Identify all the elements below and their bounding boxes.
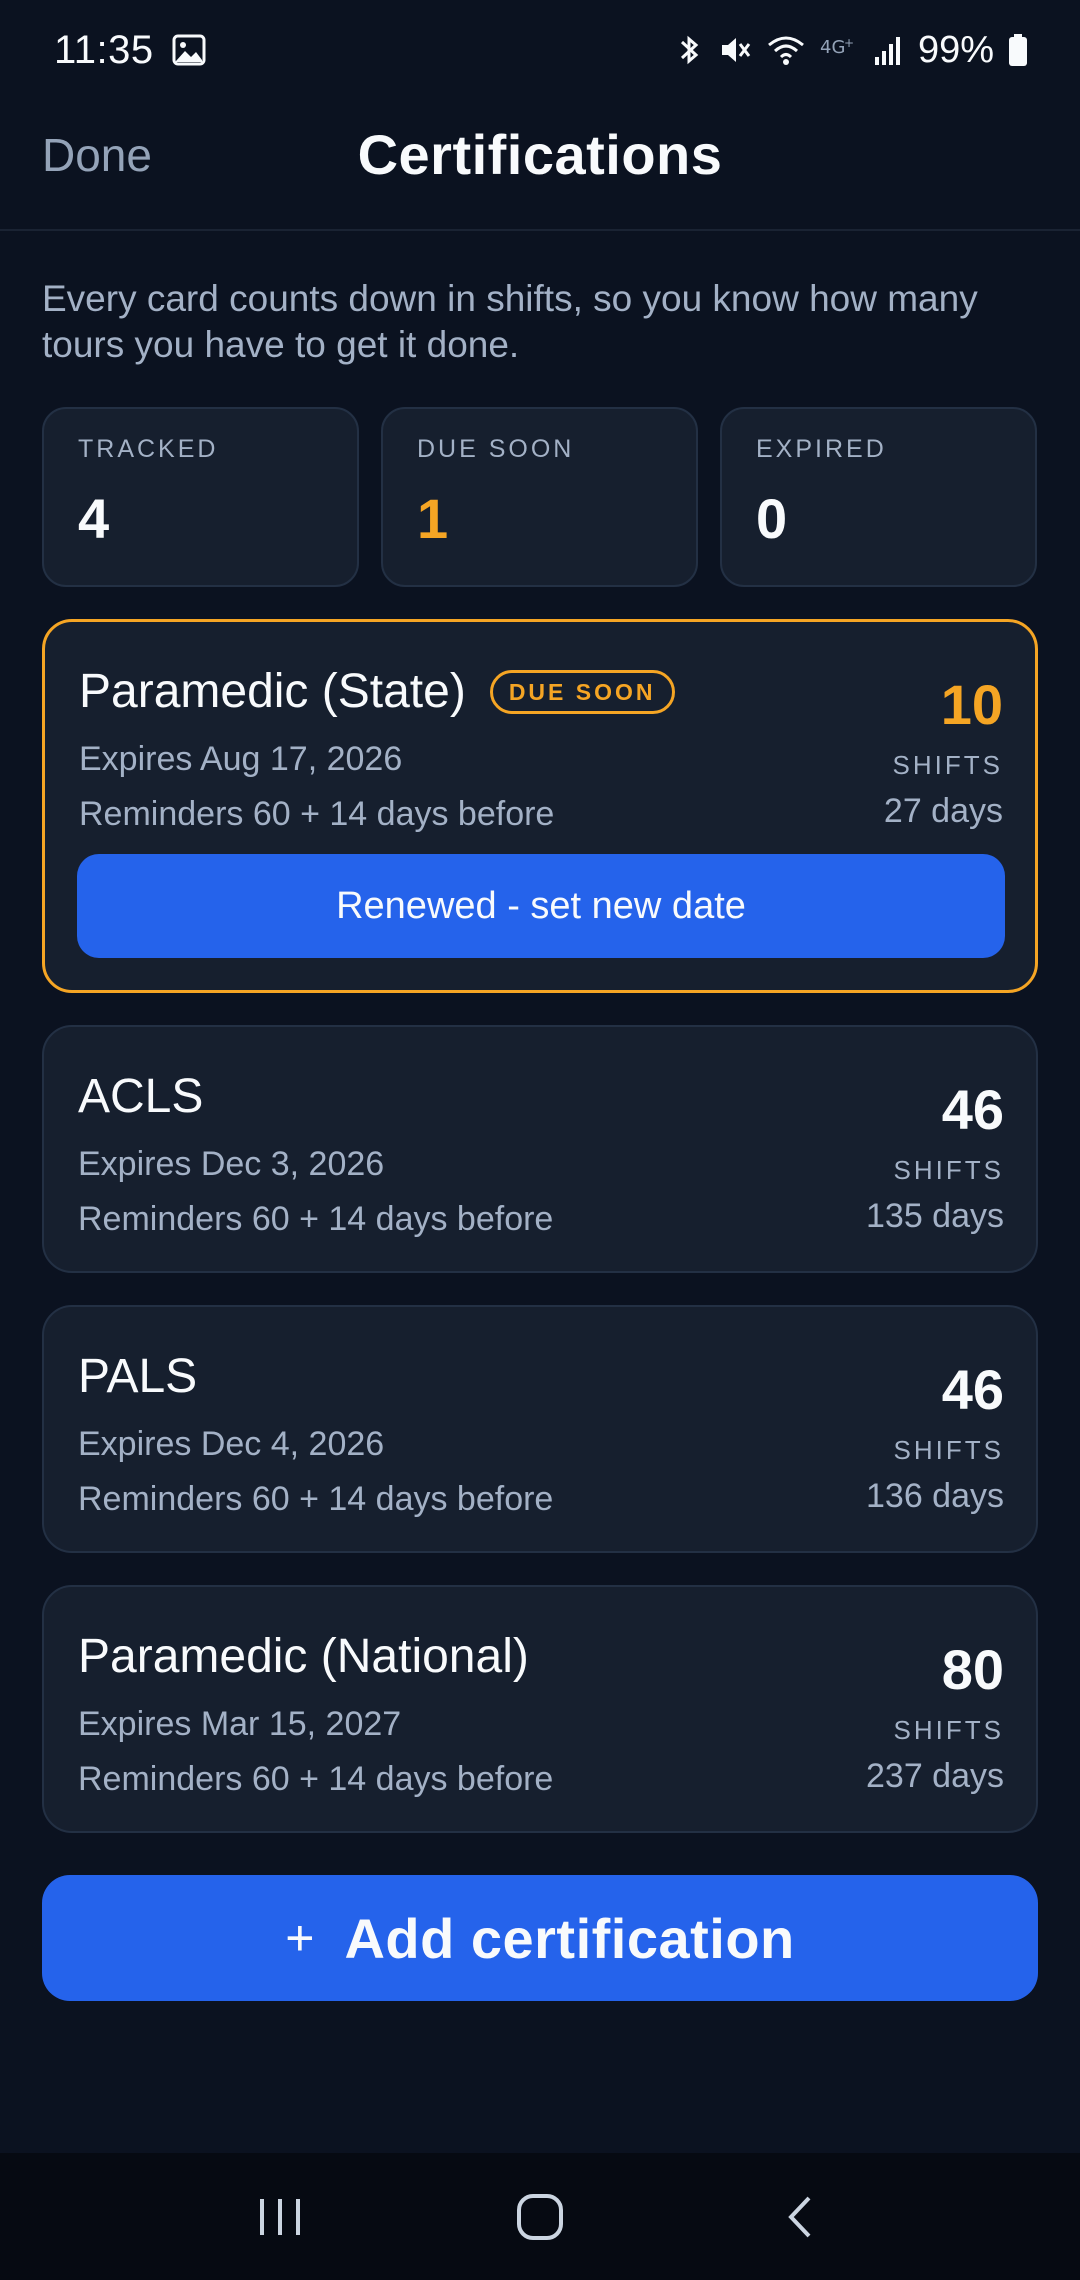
cert-shift-unit: SHIFTS (892, 750, 1003, 780)
page-title: Certifications (357, 123, 723, 186)
home-icon[interactable] (495, 2172, 585, 2262)
cert-shift-unit: SHIFTS (893, 1435, 1004, 1465)
status-icons: 4G + 99% (676, 29, 1028, 72)
cert-shift-count: 10 (940, 673, 1003, 736)
recents-icon[interactable] (235, 2172, 325, 2262)
cert-card[interactable]: Paramedic (State) DUE SOON Expires Aug 1… (42, 619, 1038, 993)
cert-expires: Expires Mar 15, 2027 (78, 1705, 402, 1743)
mute-icon (718, 33, 752, 67)
status-bar: 11:35 4G + 99% (0, 0, 1080, 100)
gallery-icon (172, 34, 206, 66)
cert-reminders: Reminders 60 + 14 days before (79, 795, 555, 833)
bluetooth-icon (676, 33, 704, 67)
cert-days: 136 days (866, 1477, 1004, 1515)
4g-icon: 4G + (820, 33, 860, 67)
wifi-icon (766, 33, 806, 67)
stat-value: 4 (78, 487, 110, 550)
cert-expires: Expires Dec 4, 2026 (78, 1425, 385, 1463)
cert-reminders: Reminders 60 + 14 days before (78, 1760, 554, 1798)
cert-name: PALS (78, 1350, 198, 1403)
due-soon-badge: DUE SOON (489, 669, 675, 714)
stat-value: 0 (756, 487, 788, 550)
battery-percent: 99% (917, 28, 994, 71)
cert-shift-unit: SHIFTS (893, 1715, 1004, 1745)
battery-icon (1008, 33, 1028, 67)
cert-card[interactable]: ACLS Expires Dec 3, 2026 Reminders 60 + … (42, 1025, 1038, 1273)
stat-card-expired: EXPIRED 0 (720, 407, 1037, 587)
stat-card-due-soon: DUE SOON 1 (381, 407, 698, 587)
intro-text: Every card counts down in shifts, so you… (42, 278, 978, 365)
cert-name: Paramedic (National) (78, 1630, 529, 1683)
add-certification-label: Add certification (344, 1906, 795, 1970)
cert-name: Paramedic (State) (79, 665, 466, 718)
cert-name-row: Paramedic (State) DUE SOON (79, 664, 675, 719)
stat-card-tracked: TRACKED 4 (42, 407, 359, 587)
cert-expires: Expires Aug 17, 2026 (79, 740, 403, 778)
cert-card[interactable]: Paramedic (National) Expires Mar 15, 202… (42, 1585, 1038, 1833)
cert-reminders: Reminders 60 + 14 days before (78, 1480, 554, 1518)
svg-text:+: + (844, 36, 854, 50)
stat-label: DUE SOON (417, 435, 575, 463)
cert-days: 237 days (866, 1757, 1004, 1795)
header: Done Certifications (0, 100, 1080, 231)
system-nav-bar (0, 2153, 1080, 2280)
cert-shift-count: 46 (941, 1078, 1004, 1141)
stat-label: EXPIRED (756, 435, 887, 463)
cert-shift-count: 80 (941, 1638, 1004, 1701)
stat-value: 1 (417, 487, 449, 550)
plus-icon: + (285, 1910, 315, 1966)
add-certification-button[interactable]: + Add certification (42, 1875, 1038, 2001)
cert-shift-unit: SHIFTS (893, 1155, 1004, 1185)
cert-card[interactable]: PALS Expires Dec 4, 2026 Reminders 60 + … (42, 1305, 1038, 1553)
cert-expires: Expires Dec 3, 2026 (78, 1145, 385, 1183)
cert-days: 27 days (883, 792, 1003, 830)
cert-reminders: Reminders 60 + 14 days before (78, 1200, 554, 1238)
cert-days: 135 days (866, 1197, 1004, 1235)
cert-shift-count: 46 (941, 1358, 1004, 1421)
stats-row: TRACKED 4 DUE SOON 1 EXPIRED 0 (42, 407, 1037, 587)
stat-label: TRACKED (78, 435, 219, 463)
screen: 11:35 4G + 99% Done Certifications Every… (0, 0, 1080, 2280)
signal-icon (874, 33, 904, 67)
back-icon[interactable] (755, 2172, 845, 2262)
svg-text:4G: 4G (820, 37, 845, 58)
status-time: 11:35 (54, 27, 154, 72)
cert-name: ACLS (78, 1070, 204, 1123)
renew-button[interactable]: Renewed - set new date (77, 854, 1005, 958)
